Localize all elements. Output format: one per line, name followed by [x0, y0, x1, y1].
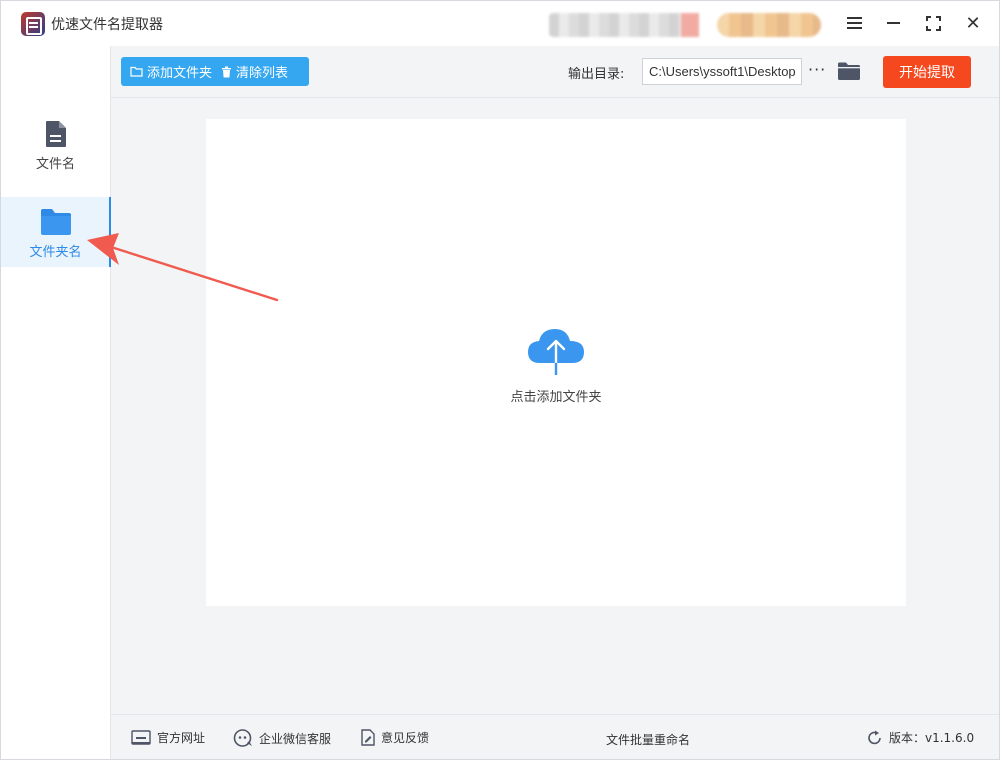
wechat-support-link[interactable]: 企业微信客服	[233, 729, 331, 747]
chat-support-icon	[233, 729, 252, 747]
redacted-user-badge	[717, 13, 821, 37]
clear-list-button[interactable]: 清除列表	[212, 57, 288, 86]
file-icon	[46, 121, 66, 147]
redacted-account-info	[549, 13, 699, 37]
close-icon[interactable]: ✕	[958, 9, 988, 37]
title-bar: 优速文件名提取器 ✕	[1, 1, 999, 46]
folder-icon	[41, 209, 71, 235]
website-icon	[131, 729, 151, 745]
app-window: 优速文件名提取器 ✕ 文件名 文件夹名 添加文件夹 清除列表 输出目录: C:\…	[0, 0, 1000, 760]
version-info[interactable]: 版本：v1.1.6.0	[867, 729, 974, 746]
output-dir-field[interactable]: C:\Users\yssoft1\Desktop	[642, 58, 802, 85]
clear-list-label: 清除列表	[236, 66, 289, 81]
add-folder-button[interactable]: 添加文件夹	[121, 57, 212, 86]
refresh-icon	[868, 730, 881, 744]
sidebar: 文件名 文件夹名	[1, 46, 111, 759]
drop-area-hint: 点击添加文件夹	[510, 390, 602, 405]
add-folder-drop-area[interactable]: 点击添加文件夹	[206, 119, 906, 606]
output-dir-label: 输出目录:	[568, 67, 625, 82]
add-folder-label: 添加文件夹	[147, 66, 213, 81]
sidebar-item-label: 文件名	[35, 157, 75, 172]
website-link[interactable]: 官方网址	[131, 729, 205, 746]
sidebar-item-folder-name[interactable]: 文件夹名	[1, 197, 111, 267]
feedback-label: 意见反馈	[381, 731, 430, 745]
sidebar-item-label: 文件夹名	[29, 245, 82, 260]
app-title: 优速文件名提取器	[51, 17, 163, 33]
wechat-support-label: 企业微信客服	[259, 731, 332, 746]
status-bar: 官方网址 企业微信客服 意见反馈 文件批量重命名 版本：v1.1.6.0	[111, 714, 999, 759]
toolbar: 添加文件夹 清除列表 输出目录: C:\Users\yssoft1\Deskto…	[111, 46, 999, 98]
trash-icon	[222, 66, 232, 77]
minimize-icon[interactable]	[878, 9, 908, 37]
maximize-icon[interactable]	[918, 9, 948, 37]
cloud-upload-icon	[528, 329, 584, 375]
website-label: 官方网址	[157, 731, 206, 745]
folder-outline-icon	[130, 66, 143, 77]
batch-rename-link[interactable]: 文件批量重命名	[606, 731, 690, 748]
toolbar-button-group: 添加文件夹 清除列表	[121, 57, 309, 86]
open-folder-icon[interactable]	[838, 62, 860, 80]
feedback-link[interactable]: 意见反馈	[361, 729, 429, 746]
version-label: 版本：v1.1.6.0	[889, 731, 975, 745]
feedback-icon	[361, 729, 375, 746]
app-logo-icon	[21, 12, 45, 36]
more-options-button[interactable]: ···	[808, 60, 826, 79]
start-extract-button[interactable]: 开始提取	[883, 56, 971, 88]
menu-icon[interactable]	[839, 9, 869, 37]
sidebar-item-file-name[interactable]: 文件名	[1, 109, 110, 179]
